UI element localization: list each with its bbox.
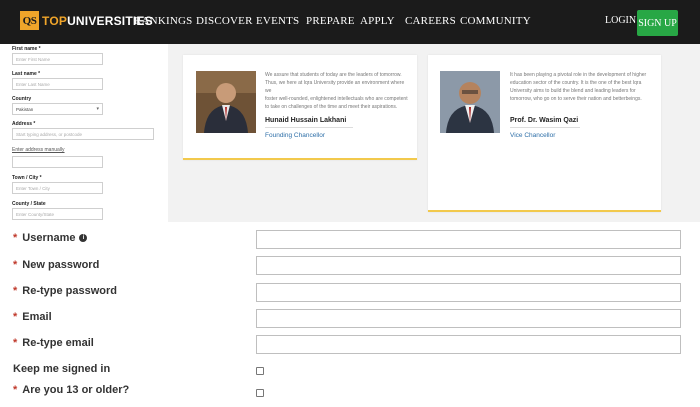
leader-role: Vice Chancellor (510, 132, 556, 139)
chevron-down-icon: ▾ (96, 106, 99, 112)
leader-quote: We assure that students of today are the… (265, 72, 408, 110)
new-password-label: * New password (13, 259, 100, 271)
first-name-label: First name * (12, 46, 41, 52)
info-icon[interactable]: i (79, 234, 88, 242)
login-link[interactable]: LOGIN (605, 15, 636, 26)
required-asterisk: * (13, 337, 18, 349)
required-asterisk: * (13, 285, 18, 297)
town-label: Town / City * (12, 175, 42, 181)
required-asterisk: * (13, 232, 18, 244)
leader-role: Founding Chancellor (265, 132, 325, 139)
leader-card: We assure that students of today are the… (183, 55, 417, 160)
retype-password-row: * Re-type password (0, 281, 700, 307)
retype-password-input[interactable] (256, 283, 681, 302)
leader-card: It has been playing a pivotal role in th… (428, 55, 661, 212)
site-logo[interactable]: QS TOPUNIVERSITIES (20, 11, 153, 30)
divider (510, 127, 580, 128)
leader-name: Hunaid Hussain Lakhani (265, 117, 347, 124)
required-asterisk: * (13, 384, 18, 396)
retype-email-row: * Re-type email (0, 333, 700, 359)
town-input[interactable]: Enter Town / City (12, 182, 103, 194)
nav-events[interactable]: EVENTS (256, 15, 299, 27)
nav-rankings[interactable]: RANKINGS (134, 15, 192, 27)
required-asterisk: * (13, 311, 18, 323)
county-label: County / State (12, 201, 46, 207)
nav-prepare[interactable]: PREPARE (306, 15, 355, 27)
enter-address-manually-link[interactable]: Enter address manually (12, 147, 65, 153)
leader-photo-image (440, 71, 500, 133)
keep-signed-in-label: Keep me signed in (13, 363, 111, 375)
leader-photo-image (196, 71, 256, 133)
first-name-input[interactable]: Enter First Name (12, 53, 103, 65)
address-label: Address * (12, 121, 36, 127)
username-label: * Username i (13, 232, 88, 244)
divider (265, 127, 353, 128)
leader-name: Prof. Dr. Wasim Qazi (510, 117, 579, 124)
retype-password-label: * Re-type password (13, 285, 118, 297)
leader-quote: It has been playing a pivotal role in th… (510, 72, 647, 102)
retype-email-label: * Re-type email (13, 337, 94, 349)
country-label: Country (12, 96, 32, 102)
nav-community[interactable]: COMMUNITY (460, 15, 531, 27)
username-row: * Username i (0, 228, 700, 254)
top-navigation: QS TOPUNIVERSITIES RANKINGS DISCOVER EVE… (0, 0, 700, 44)
age-question-label: * Are you 13 or older? (13, 384, 130, 396)
manual-address-input[interactable] (12, 156, 103, 168)
last-name-label: Last name * (12, 71, 41, 77)
retype-email-input[interactable] (256, 335, 681, 354)
last-name-input[interactable]: Enter Last Name (12, 78, 103, 90)
signup-button[interactable]: SIGN UP (637, 10, 678, 36)
nav-careers[interactable]: CAREERS (405, 15, 456, 27)
new-password-input[interactable] (256, 256, 681, 275)
nav-apply[interactable]: APPLY (360, 15, 395, 27)
age-confirm-checkbox[interactable] (256, 389, 264, 397)
email-input[interactable] (256, 309, 681, 328)
nav-discover[interactable]: DISCOVER (196, 15, 253, 27)
leadership-panel: We assure that students of today are the… (168, 44, 700, 222)
new-password-row: * New password (0, 255, 700, 281)
keep-signed-in-checkbox[interactable] (256, 367, 264, 375)
address-input[interactable]: Start typing address, or postcode (12, 128, 154, 140)
embedded-address-form: First name * Enter First Name Last name … (0, 44, 168, 222)
country-select[interactable]: Pakistan ▾ (12, 103, 103, 115)
age-question-row: * Are you 13 or older? (0, 381, 700, 407)
email-label: * Email (13, 311, 52, 323)
county-input[interactable]: Enter County/State (12, 208, 103, 220)
logo-badge: QS (20, 11, 39, 30)
email-row: * Email (0, 307, 700, 333)
username-input[interactable] (256, 230, 681, 249)
required-asterisk: * (13, 259, 18, 271)
